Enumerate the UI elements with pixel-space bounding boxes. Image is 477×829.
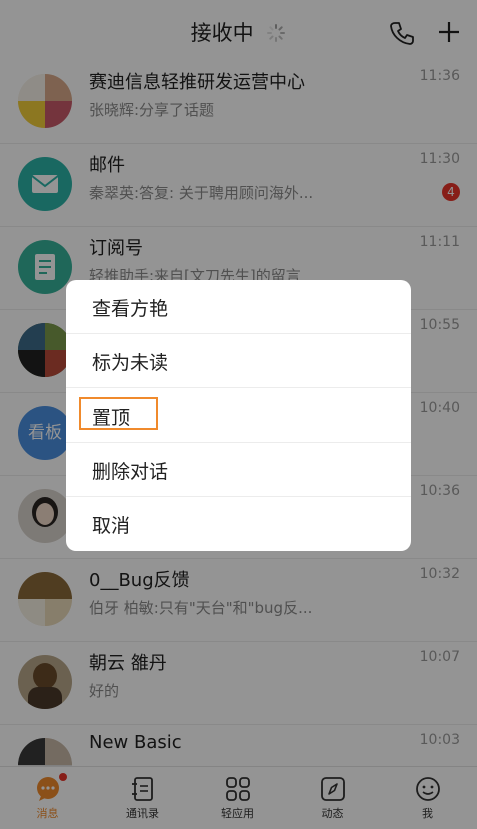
menu-item-label: 取消 (92, 515, 131, 537)
menu-item-view[interactable]: 查看方艳 (66, 280, 411, 334)
menu-item-mark-unread[interactable]: 标为未读 (66, 334, 411, 388)
menu-item-label: 查看方艳 (92, 298, 169, 320)
menu-item-pin[interactable]: 置顶 (66, 389, 411, 443)
menu-item-cancel[interactable]: 取消 (66, 497, 411, 551)
menu-item-label: 删除对话 (92, 461, 169, 483)
menu-item-label: 置顶 (92, 407, 131, 429)
menu-item-delete[interactable]: 删除对话 (66, 443, 411, 497)
menu-item-label: 标为未读 (92, 352, 169, 374)
context-menu: 查看方艳 标为未读 置顶 删除对话 取消 (66, 280, 411, 551)
